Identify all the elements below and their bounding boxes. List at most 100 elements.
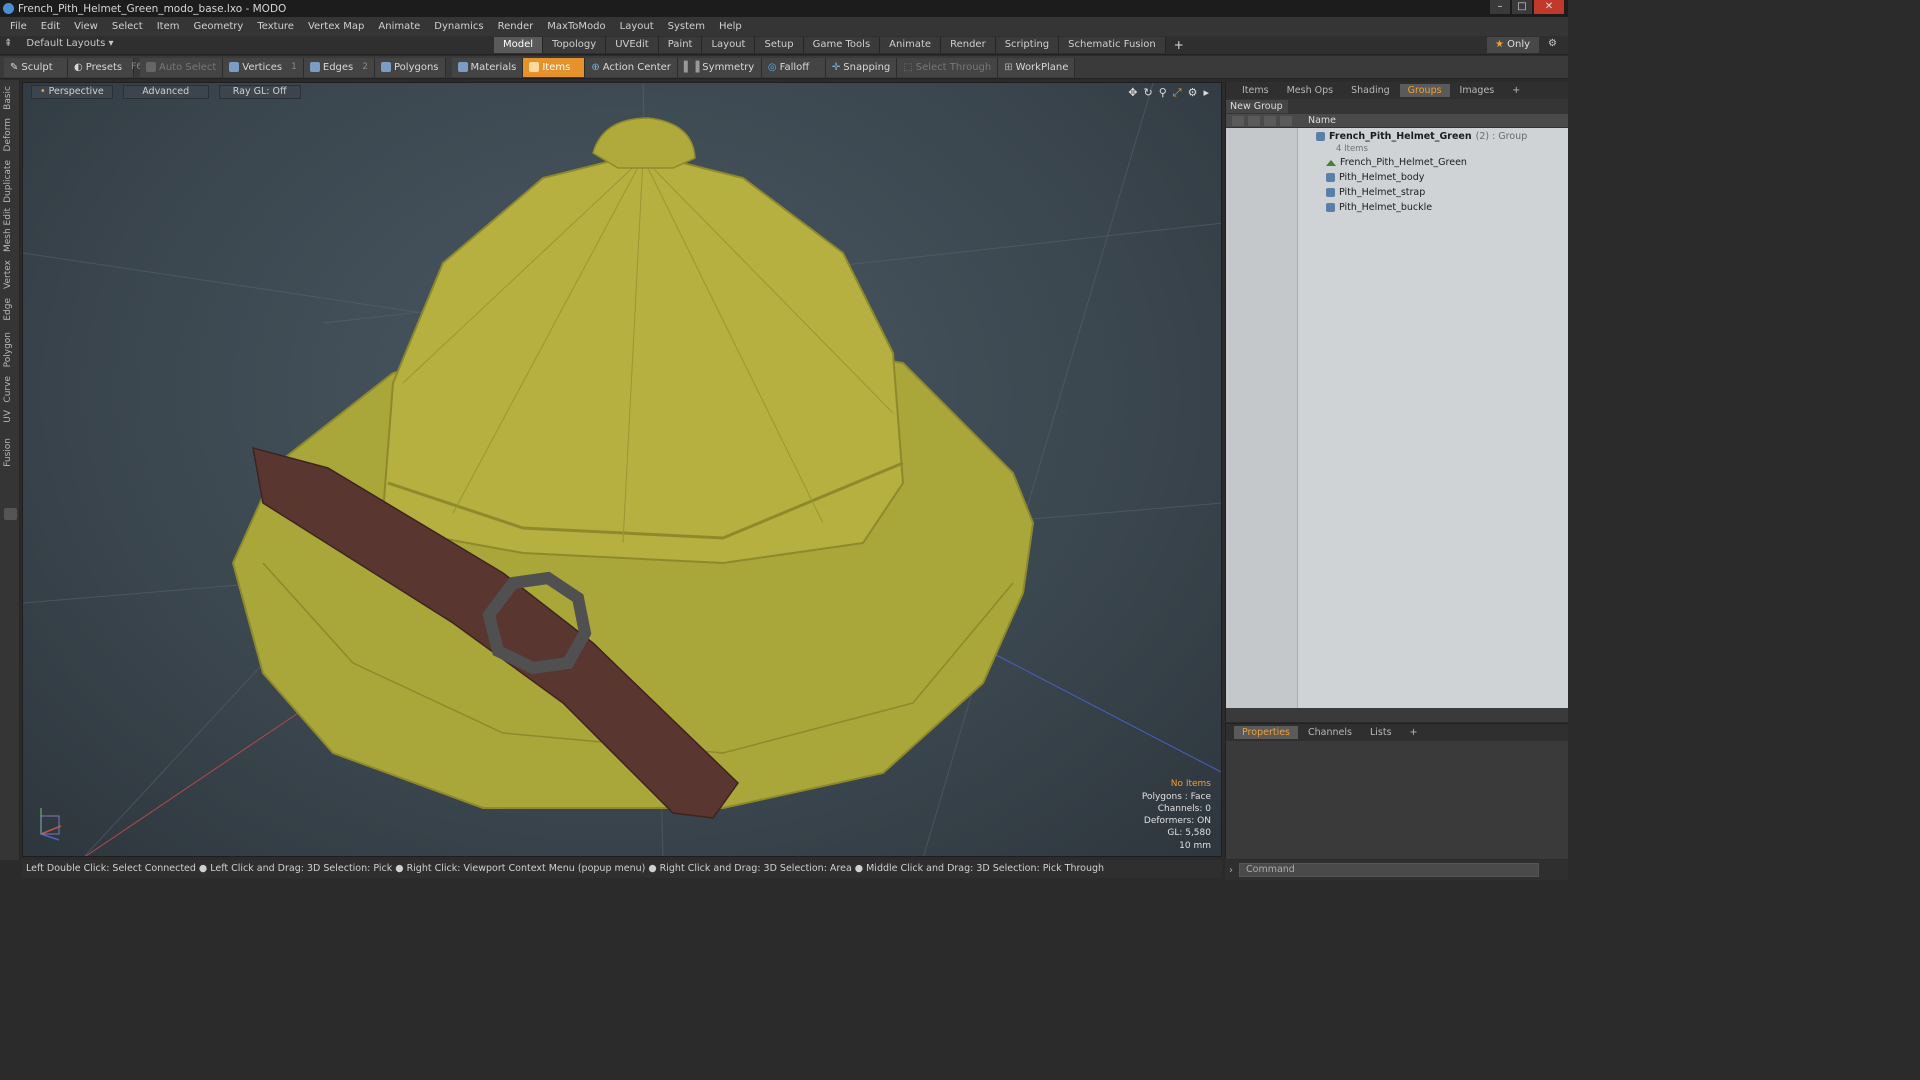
menu-render[interactable]: Render: [491, 21, 541, 32]
perspective-dropdown[interactable]: • Perspective: [31, 85, 113, 99]
select-through-button[interactable]: ⬚ Select Through: [897, 57, 999, 77]
left-tab-duplicate[interactable]: Duplicate: [3, 160, 13, 203]
menu-view[interactable]: View: [67, 21, 105, 32]
tab-paint[interactable]: Paint: [658, 37, 703, 53]
polygons-button[interactable]: Polygons: [375, 57, 446, 77]
tab-properties[interactable]: Properties: [1234, 726, 1299, 739]
maximize-viewport-icon[interactable]: ⤢: [1173, 86, 1182, 100]
left-tab-uv[interactable]: UV: [3, 410, 13, 423]
menu-layout[interactable]: Layout: [613, 21, 661, 32]
tab-schematic-fusion[interactable]: Schematic Fusion: [1059, 37, 1166, 53]
group-row[interactable]: French_Pith_Helmet_Green (2) : Group: [1316, 131, 1527, 142]
menu-animate[interactable]: Animate: [371, 21, 427, 32]
info-deformers: Deformers: ON: [1143, 816, 1211, 827]
left-tab-basic[interactable]: Basic: [3, 86, 13, 110]
tab-shading[interactable]: Shading: [1343, 84, 1398, 97]
tab-model[interactable]: Model: [494, 37, 544, 53]
only-toggle[interactable]: ★ Only: [1487, 37, 1539, 53]
minimize-button[interactable]: –: [1490, 0, 1510, 14]
add-tab-button[interactable]: +: [1166, 37, 1192, 53]
action-center-button[interactable]: ⊕ Action Center: [585, 57, 678, 77]
add-panel-tab-button[interactable]: +: [1504, 84, 1528, 97]
viewport-more-icon[interactable]: ▸: [1203, 86, 1209, 100]
gear-icon[interactable]: ⚙: [1548, 38, 1557, 49]
render-column-icon[interactable]: [1248, 115, 1260, 126]
menu-system[interactable]: System: [661, 21, 712, 32]
menu-maxtomodo[interactable]: MaxToModo: [540, 21, 612, 32]
tree-item-strap[interactable]: Pith_Helmet_strap: [1326, 187, 1425, 198]
workplane-button[interactable]: ⊞ WorkPlane: [998, 57, 1076, 77]
left-tab-vertex[interactable]: Vertex: [3, 260, 13, 289]
menu-help[interactable]: Help: [712, 21, 749, 32]
command-input[interactable]: Command: [1239, 863, 1539, 877]
menu-item[interactable]: Item: [150, 21, 187, 32]
tab-setup[interactable]: Setup: [755, 37, 804, 53]
menu-geometry[interactable]: Geometry: [186, 21, 250, 32]
tab-uvedit[interactable]: UVEdit: [606, 37, 659, 53]
menu-select[interactable]: Select: [105, 21, 150, 32]
add-properties-tab-button[interactable]: +: [1402, 726, 1426, 739]
raygl-toggle[interactable]: Ray GL: Off: [218, 85, 301, 99]
group-count: 4 Items: [1336, 144, 1368, 154]
auto-select-button[interactable]: Auto Select: [140, 57, 224, 77]
left-tab-fusion[interactable]: Fusion: [3, 438, 13, 467]
viewport-settings-icon[interactable]: ⚙: [1188, 86, 1198, 100]
default-layouts-dropdown[interactable]: Default Layouts ▾: [26, 38, 113, 49]
tab-animate[interactable]: Animate: [880, 37, 942, 53]
snapping-icon: ✛: [831, 61, 841, 73]
left-panel-toggle-button[interactable]: [4, 508, 17, 520]
materials-icon: [457, 62, 468, 72]
layout-collapse-icon[interactable]: ⇞: [4, 38, 12, 49]
snapping-button[interactable]: ✛ Snapping: [825, 57, 898, 77]
close-button[interactable]: ✕: [1534, 0, 1564, 14]
mesh-item-icon: [1326, 173, 1335, 182]
vertices-button[interactable]: Vertices 1: [223, 57, 304, 77]
left-tab-deform[interactable]: Deform: [3, 118, 13, 151]
left-tab-polygon[interactable]: Polygon: [3, 332, 13, 367]
left-tab-mesh-edit[interactable]: Mesh Edit: [3, 208, 13, 252]
presets-button[interactable]: ◐ Presets F6: [68, 57, 142, 77]
falloff-button[interactable]: ◎ Falloff: [761, 57, 826, 77]
3d-viewport[interactable]: • Perspective Advanced Ray GL: Off ✥ ↻ ⚲…: [22, 82, 1222, 857]
edges-button[interactable]: Edges 2: [303, 57, 375, 77]
left-tab-edge[interactable]: Edge: [3, 298, 13, 321]
materials-button[interactable]: Materials: [451, 57, 524, 77]
visibility-column-icon[interactable]: [1232, 115, 1244, 126]
pan-icon[interactable]: ✥: [1128, 86, 1137, 100]
lock-column-icon[interactable]: [1264, 115, 1276, 126]
menu-vertex-map[interactable]: Vertex Map: [301, 21, 371, 32]
tab-mesh-ops[interactable]: Mesh Ops: [1279, 84, 1342, 97]
menu-texture[interactable]: Texture: [250, 21, 301, 32]
tab-game-tools[interactable]: Game Tools: [803, 37, 881, 53]
tab-channels[interactable]: Channels: [1300, 726, 1360, 739]
advanced-shading-dropdown[interactable]: Advanced: [122, 85, 209, 99]
maximize-button[interactable]: □: [1512, 0, 1532, 14]
tab-render[interactable]: Render: [941, 37, 996, 53]
items-button[interactable]: Items: [523, 57, 586, 77]
left-tab-curve[interactable]: Curve: [3, 376, 13, 403]
zoom-icon[interactable]: ⚲: [1159, 86, 1167, 100]
name-column-header[interactable]: Name: [1300, 115, 1336, 126]
rotate-icon[interactable]: ↻: [1144, 86, 1153, 100]
tab-layout[interactable]: Layout: [702, 37, 756, 53]
tree-item-body[interactable]: Pith_Helmet_body: [1326, 172, 1424, 183]
select-column-icon[interactable]: [1280, 115, 1292, 126]
helmet-dome: [381, 151, 905, 565]
tab-items[interactable]: Items: [1234, 84, 1277, 97]
tree-item-mesh[interactable]: French_Pith_Helmet_Green: [1326, 157, 1467, 168]
tab-lists[interactable]: Lists: [1362, 726, 1400, 739]
tab-scripting[interactable]: Scripting: [995, 37, 1060, 53]
symmetry-button[interactable]: ▌▐ Symmetry: [677, 57, 762, 77]
sculpt-button[interactable]: ✎ Sculpt: [4, 57, 68, 77]
tab-images[interactable]: Images: [1452, 84, 1503, 97]
tab-groups[interactable]: Groups: [1399, 84, 1450, 97]
new-group-button[interactable]: New Group: [1226, 100, 1288, 113]
menu-file[interactable]: File: [3, 21, 34, 32]
items-icon: [529, 62, 540, 72]
tab-topology[interactable]: Topology: [543, 37, 607, 53]
menu-edit[interactable]: Edit: [34, 21, 67, 32]
helmet-top-button: [592, 117, 696, 169]
info-gl: GL: 5,580: [1167, 828, 1211, 839]
menu-dynamics[interactable]: Dynamics: [427, 21, 490, 32]
tree-item-buckle[interactable]: Pith_Helmet_buckle: [1326, 202, 1432, 213]
